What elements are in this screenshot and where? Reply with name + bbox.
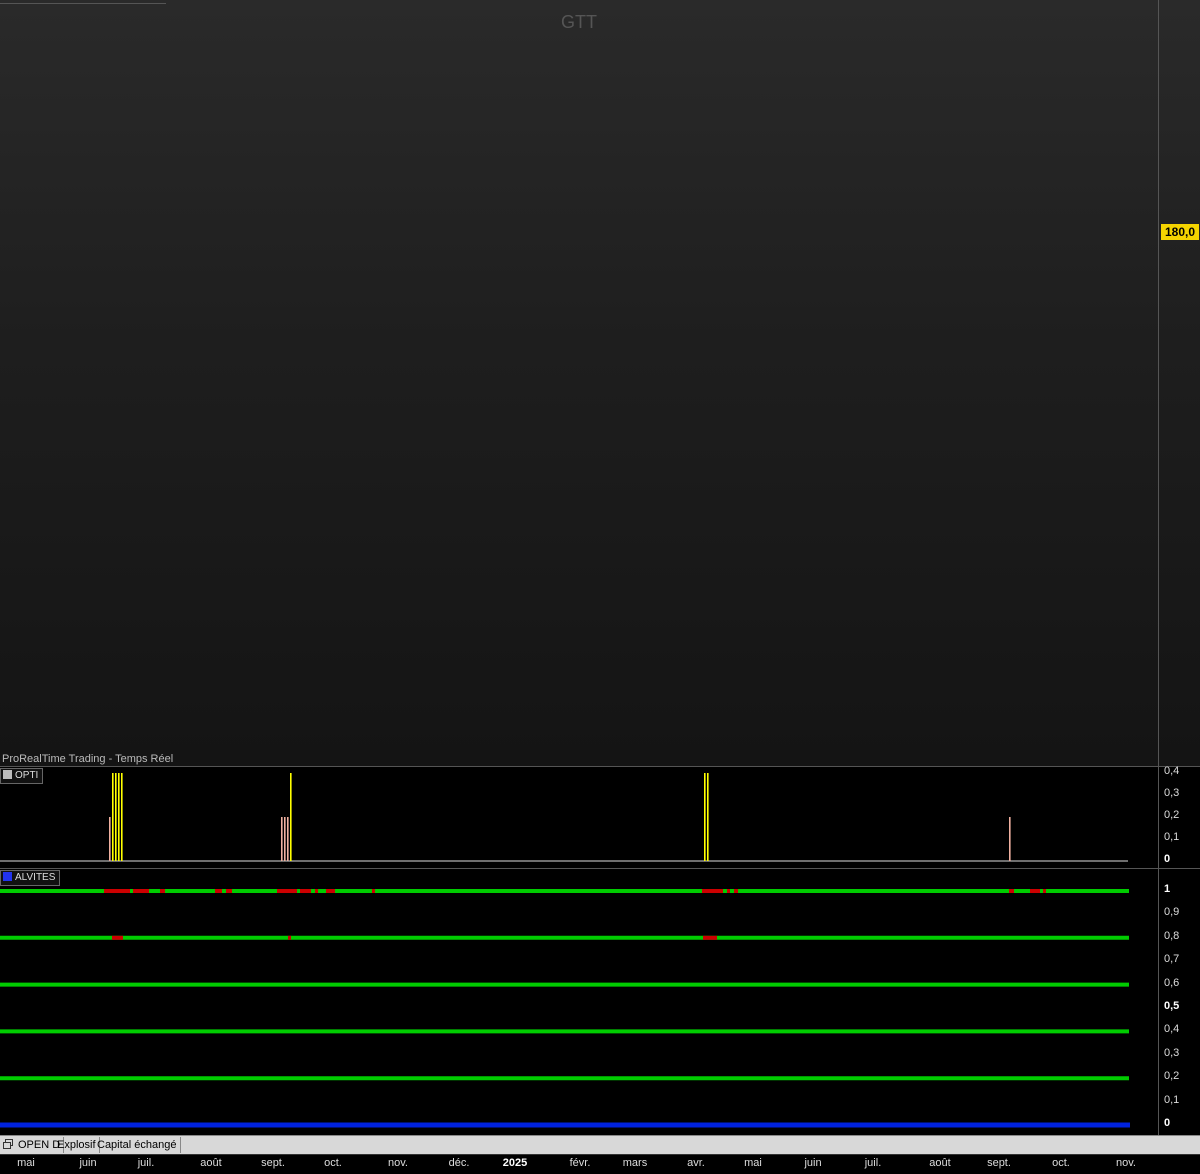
opti-bar bbox=[121, 773, 123, 861]
time-axis-label: juin bbox=[79, 1157, 97, 1169]
opti-bar bbox=[281, 817, 283, 861]
time-axis-label: sept. bbox=[261, 1157, 285, 1169]
alvites-tick-label: 0,9 bbox=[1164, 906, 1180, 919]
opti-bar bbox=[109, 817, 111, 861]
opti-bar bbox=[112, 773, 114, 861]
opti-tick-label: 0,1 bbox=[1164, 831, 1180, 843]
time-axis-label: mars bbox=[622, 1157, 648, 1169]
time-axis-label: oct. bbox=[324, 1157, 342, 1169]
time-axis-label: févr. bbox=[569, 1157, 591, 1169]
opti-bar bbox=[284, 817, 286, 861]
time-axis-label: sept. bbox=[987, 1157, 1011, 1169]
tab-explosif[interactable]: Explosif bbox=[54, 1137, 100, 1153]
alvites-indicator-pane[interactable]: ALVITES 0 0,1 0,2 0,3 0,4 0,5 0,6 0,7 0,8 0,9 1 bbox=[0, 868, 1200, 1135]
opti-bar bbox=[115, 773, 117, 861]
alvites-tick-label: 0,3 bbox=[1164, 1046, 1180, 1059]
time-axis-label: 2025 bbox=[502, 1157, 528, 1169]
time-axis-label: avr. bbox=[687, 1157, 705, 1169]
time-axis-label: août bbox=[200, 1157, 222, 1169]
opti-bar bbox=[707, 773, 709, 861]
time-axis-label: mai bbox=[744, 1157, 762, 1169]
time-axis-label: août bbox=[929, 1157, 951, 1169]
last-price-tag: 180,0 bbox=[1161, 224, 1199, 240]
opti-bars bbox=[0, 773, 1128, 862]
time-axis-label: juil. bbox=[137, 1157, 155, 1169]
data-provider-label: ProRealTime Trading - Temps Réel bbox=[2, 753, 174, 765]
time-axis-label: déc. bbox=[448, 1157, 470, 1169]
alvites-tick-label: 0,8 bbox=[1164, 929, 1180, 942]
opti-tick-label: 0,3 bbox=[1164, 787, 1180, 799]
opti-tick-label: 0,4 bbox=[1164, 765, 1180, 777]
opti-bar bbox=[287, 817, 289, 861]
opti-indicator-pane[interactable]: OPTI 0 0,1 0,2 0,3 0,4 bbox=[0, 765, 1200, 868]
alvites-tick-label: 0,1 bbox=[1164, 1093, 1180, 1106]
indicator-tabs-bar: OPEN D Explosif Capital échangé bbox=[0, 1135, 1200, 1155]
alvites-tick-label: 1 bbox=[1164, 883, 1171, 895]
opti-bar bbox=[1009, 817, 1011, 861]
opti-axis[interactable]: 0 0,1 0,2 0,3 0,4 bbox=[1158, 765, 1200, 868]
opti-bar bbox=[290, 773, 292, 861]
alvites-tick-label: 0,2 bbox=[1164, 1070, 1180, 1083]
tab-capital-echange[interactable]: Capital échangé bbox=[94, 1137, 181, 1153]
alvites-tick-label: 0,6 bbox=[1164, 976, 1180, 989]
alvites-tick-label: 0,5 bbox=[1164, 1000, 1180, 1012]
opti-bar bbox=[118, 773, 120, 861]
time-axis-label: mai bbox=[17, 1157, 35, 1169]
opti-tick-label: 0,2 bbox=[1164, 809, 1180, 821]
time-axis-label: oct. bbox=[1052, 1157, 1070, 1169]
opti-bar bbox=[704, 773, 706, 861]
time-axis[interactable]: mai juin juil. août sept. oct. nov. déc. 2025 fév… bbox=[0, 1154, 1200, 1174]
alvites-lines bbox=[0, 889, 1130, 1128]
time-axis-label: juil. bbox=[864, 1157, 882, 1169]
price-chart-pane[interactable]: GTT ProRealTime Trading - Temps Réel 801… bbox=[0, 0, 1200, 766]
price-axis[interactable]: 80100120140160200220240 bbox=[1158, 0, 1200, 766]
alvites-tick-label: 0,7 bbox=[1164, 953, 1180, 966]
alvites-axis[interactable]: 0 0,1 0,2 0,3 0,4 0,5 0,6 0,7 0,8 0,9 1 bbox=[1158, 869, 1200, 1135]
time-axis-label: nov. bbox=[1116, 1157, 1136, 1169]
trading-chart-window: GTT ProRealTime Trading - Temps Réel 801… bbox=[0, 0, 1200, 1174]
time-axis-label: nov. bbox=[388, 1157, 408, 1169]
alvites-tick-label: 0,4 bbox=[1164, 1023, 1180, 1036]
price-candles[interactable] bbox=[0, 0, 1158, 766]
time-axis-label: juin bbox=[804, 1157, 822, 1169]
alvites-tick-label: 0 bbox=[1164, 1117, 1171, 1129]
restore-window-icon[interactable] bbox=[3, 1139, 13, 1149]
opti-tick-label: 0 bbox=[1164, 853, 1171, 865]
